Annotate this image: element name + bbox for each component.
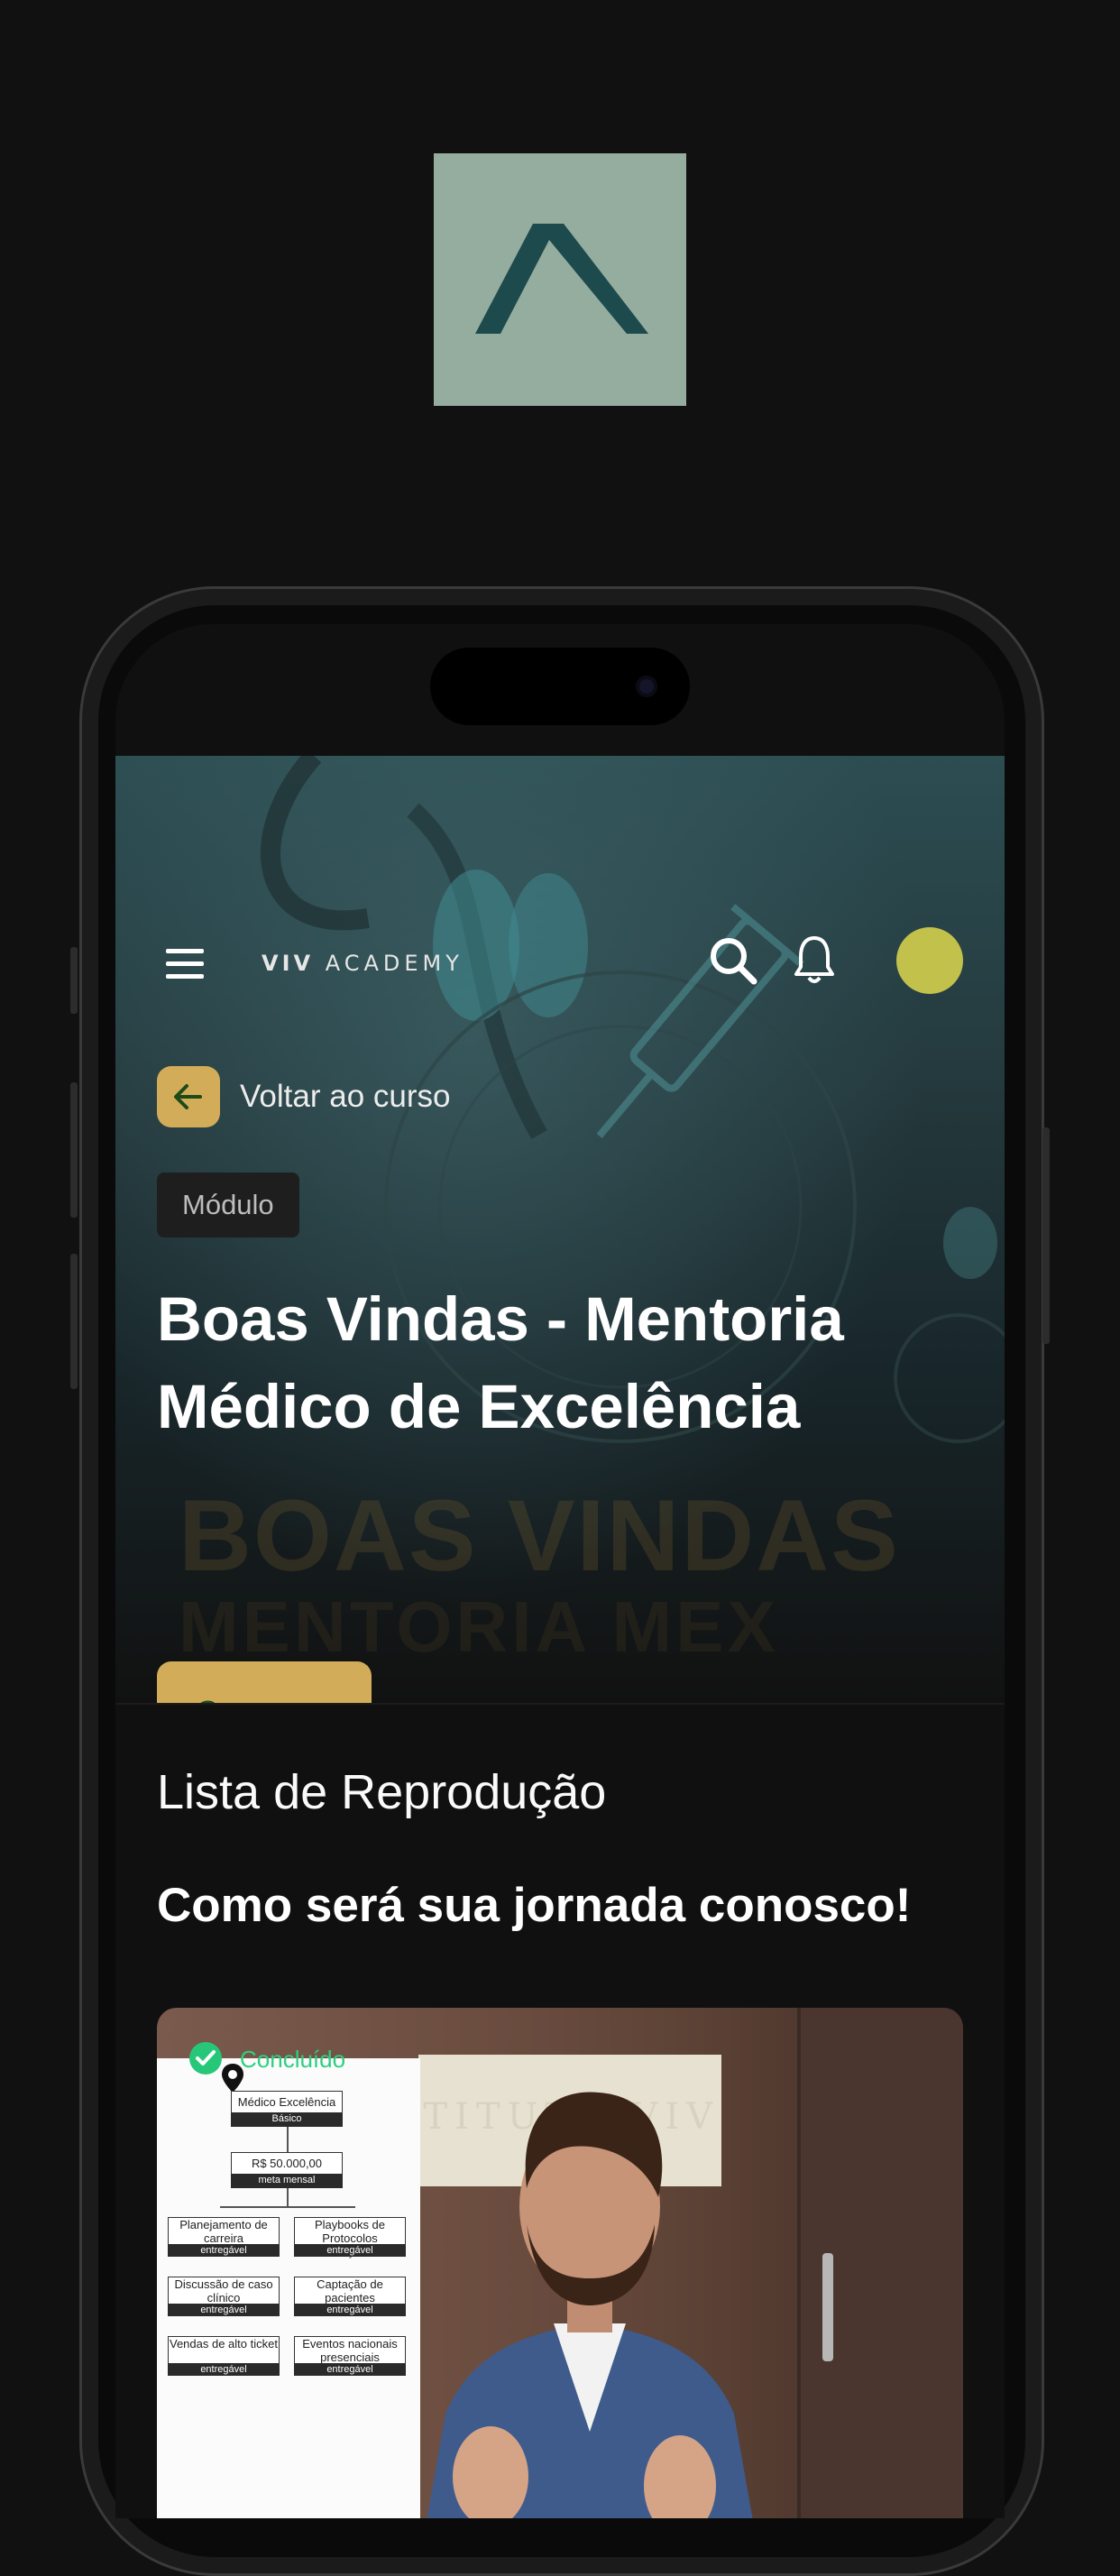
section-divider: [115, 1703, 1005, 1705]
diagram-item: Playbooks de Protocolos avançados: [294, 2217, 406, 2259]
diagram-goal-box: R$ 50.000,00: [231, 2152, 343, 2176]
search-icon[interactable]: [709, 936, 757, 985]
diagram-item-tag: entregável: [168, 2304, 280, 2316]
playlist-heading: Lista de Reprodução: [157, 1765, 607, 1819]
page-title: Boas Vindas - Mentoria Médico de Excelên…: [157, 1284, 844, 1441]
diagram-item: Planejamento de carreira: [168, 2217, 280, 2246]
brand-wordmark: VIV ACADEMY: [262, 951, 464, 976]
avatar[interactable]: [896, 927, 963, 994]
back-button[interactable]: [157, 1066, 220, 1127]
diagram-item-tag: entregável: [294, 2363, 406, 2376]
app-screen: BOAS VINDAS MENTORIA MEX VIV ACADEMY Vol…: [115, 624, 1005, 2518]
diagram-connector: [287, 2188, 289, 2208]
diagram-item-tag: entregável: [168, 2244, 280, 2257]
diagram-item-tag: entregável: [294, 2304, 406, 2316]
diagram-connector: [287, 2127, 289, 2152]
journey-diagram: Médico Excelência Básico R$ 50.000,00 me…: [157, 2058, 420, 2518]
front-camera: [636, 676, 657, 697]
diagram-connector: [220, 2206, 355, 2208]
hero-watermark-line2: MENTORIA MEX: [179, 1587, 779, 1667]
hamburger-icon[interactable]: [166, 947, 204, 980]
bell-icon[interactable]: [794, 934, 835, 985]
diagram-item: Vendas de alto ticket: [168, 2336, 280, 2365]
diagram-item: Eventos nacionais presenciais: [294, 2336, 406, 2365]
start-button[interactable]: Começar: [157, 1661, 372, 1703]
diagram-item-tag: entregável: [294, 2244, 406, 2257]
hero-banner: BOAS VINDAS MENTORIA MEX VIV ACADEMY Vol…: [115, 756, 1005, 1703]
volume-up-button: [70, 1082, 78, 1218]
mute-switch: [70, 947, 78, 1014]
caret-up-logo-icon: [475, 224, 648, 334]
diagram-top-box: Médico Excelência: [231, 2091, 343, 2114]
power-button: [1042, 1127, 1050, 1344]
app-logo: [434, 153, 686, 406]
module-badge: Módulo: [157, 1173, 299, 1237]
check-circle-icon: [189, 2042, 222, 2075]
video-thumbnail-card[interactable]: STITUTO VIV Médico Excelência Básico R$ …: [157, 2008, 963, 2518]
diagram-top-tag: Básico: [231, 2112, 343, 2127]
hero-watermark-line1: BOAS VINDAS: [179, 1479, 900, 1592]
playlist-subtitle: Como será sua jornada conosco!: [157, 1879, 912, 1932]
diagram-goal-tag: meta mensal: [231, 2174, 343, 2188]
door-handle: [822, 2253, 833, 2361]
diagram-item: Captação de pacientes: [294, 2277, 406, 2305]
diagram-item: Discussão de caso clínico: [168, 2277, 280, 2305]
arrow-left-icon: [174, 1084, 202, 1109]
presenter-image: [427, 2092, 753, 2518]
back-to-course-link[interactable]: Voltar ao curso: [240, 1079, 450, 1115]
completed-status: Concluído: [240, 2046, 346, 2073]
volume-down-button: [70, 1254, 78, 1389]
diagram-item-tag: entregável: [168, 2363, 280, 2376]
